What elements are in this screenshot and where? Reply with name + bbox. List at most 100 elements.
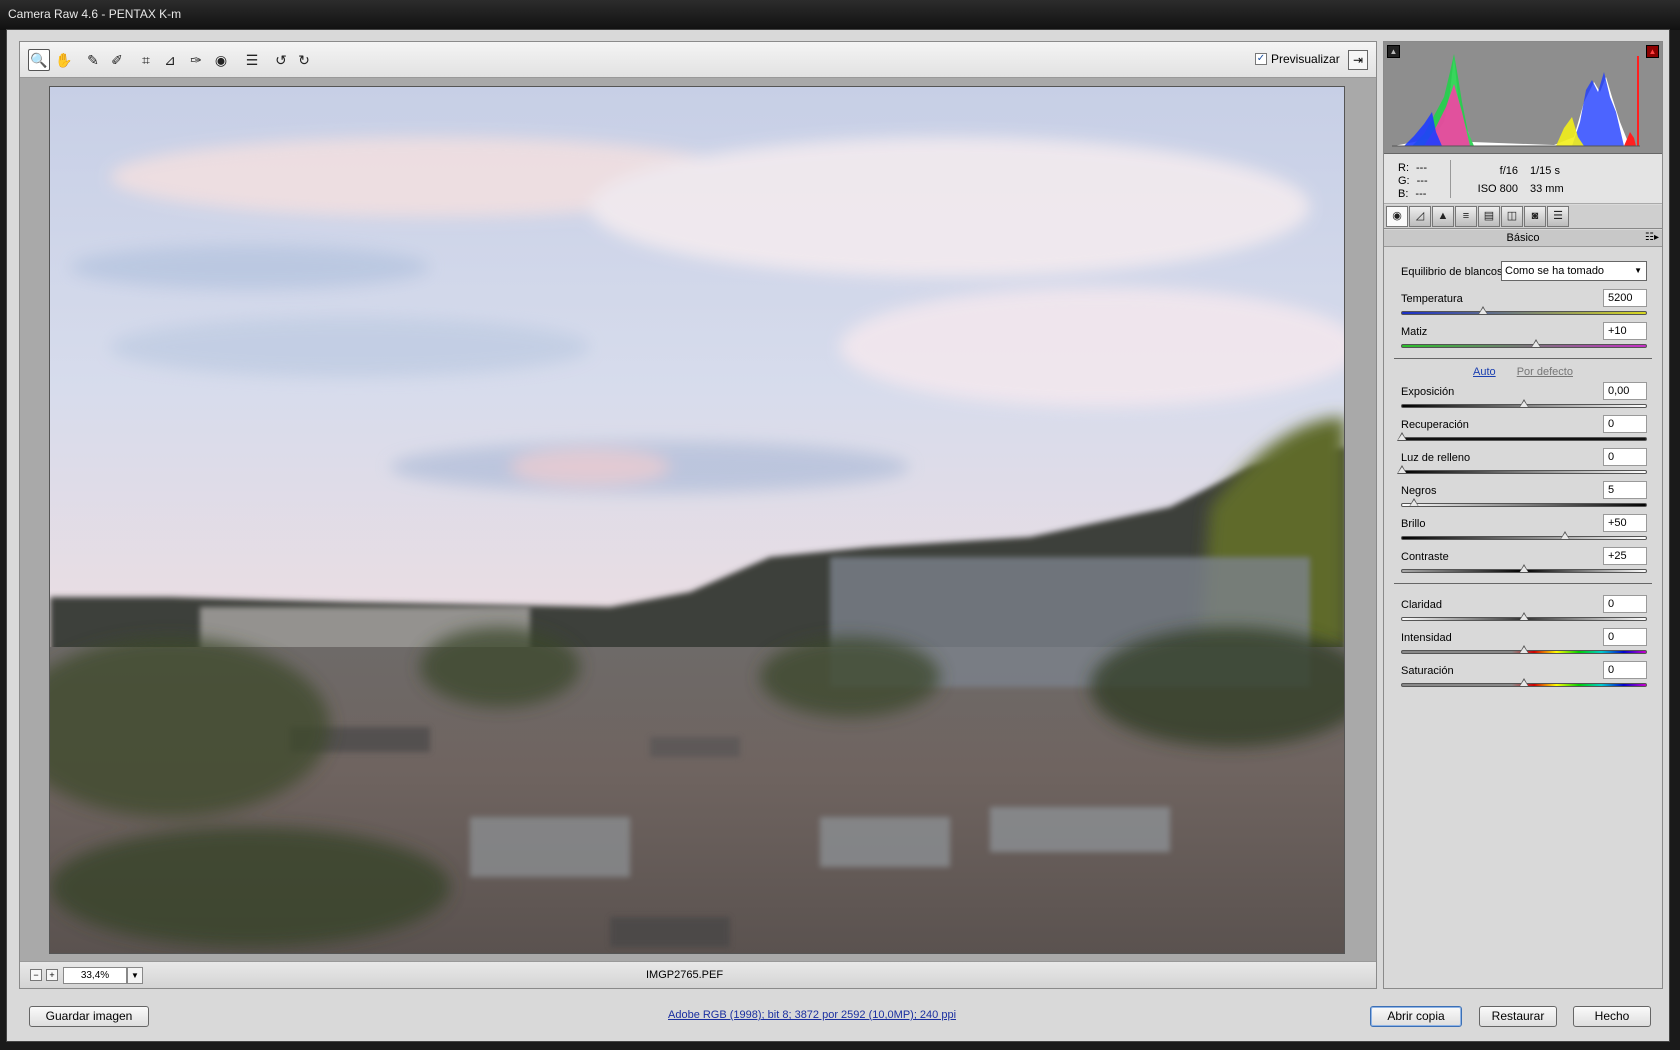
slider-label: Negros	[1401, 485, 1437, 497]
readout-divider	[1450, 160, 1451, 198]
slider-track[interactable]	[1397, 432, 1647, 441]
rotate-right-icon[interactable]: ↻	[293, 49, 315, 71]
slider-thumb[interactable]	[1519, 399, 1529, 408]
aperture: f/16	[1499, 165, 1518, 177]
zoom-level-field[interactable]: 33,4%	[63, 967, 127, 984]
title-bar: Camera Raw 4.6 - PENTAX K-m	[0, 0, 1680, 30]
b-value: ---	[1415, 188, 1427, 200]
retouch-tool-icon[interactable]: ✑	[185, 49, 207, 71]
slider-track[interactable]	[1397, 465, 1647, 474]
slider-value-field[interactable]: 0	[1603, 448, 1647, 466]
iso: ISO 800	[1477, 183, 1518, 195]
slider-track[interactable]	[1401, 306, 1647, 315]
panel-tabs: ◉ ◿ ▲ ≡ ▤ ◫ ◙ ☰	[1384, 205, 1662, 229]
slider-track[interactable]	[1401, 399, 1647, 408]
fullscreen-toggle-icon[interactable]: ⇥	[1348, 50, 1368, 70]
histogram: ▲ ▲	[1384, 42, 1662, 154]
tab-split-toning[interactable]: ▤	[1478, 206, 1500, 227]
image-preview[interactable]	[49, 86, 1345, 954]
slider-track[interactable]	[1401, 498, 1647, 507]
slider-luz-de-relleno: Luz de relleno 0	[1397, 448, 1647, 482]
slider-thumb[interactable]	[1519, 612, 1529, 621]
slider-thumb[interactable]	[1519, 564, 1529, 573]
window-title: Camera Raw 4.6 - PENTAX K-m	[8, 7, 182, 21]
g-value: ---	[1416, 175, 1428, 187]
zoom-tool-icon[interactable]: 🔍	[28, 49, 50, 71]
rotate-left-icon[interactable]: ↺	[270, 49, 292, 71]
straighten-tool-icon[interactable]: ⊿	[159, 49, 181, 71]
slider-value-field[interactable]: 0	[1603, 661, 1647, 679]
slider-value-field[interactable]: 0	[1603, 628, 1647, 646]
done-button[interactable]: Hecho	[1573, 1006, 1651, 1027]
red-eye-tool-icon[interactable]: ◉	[210, 49, 232, 71]
slider-value-field[interactable]: 0,00	[1603, 382, 1647, 400]
workflow-options-link[interactable]: Adobe RGB (1998); bit 8; 3872 por 2592 (…	[668, 1009, 956, 1021]
slider-label: Saturación	[1401, 665, 1454, 677]
slider-track[interactable]	[1401, 645, 1647, 654]
photo-render	[50, 87, 1344, 953]
zoom-out-button[interactable]: −	[30, 969, 42, 981]
tab-camera-calibration[interactable]: ◙	[1524, 206, 1546, 227]
slider-value-field[interactable]: 0	[1603, 595, 1647, 613]
panel-header: Básico ☷▸	[1384, 230, 1662, 247]
slider-thumb[interactable]	[1409, 498, 1420, 507]
tab-detail[interactable]: ▲	[1432, 206, 1454, 227]
section-divider	[1394, 583, 1652, 584]
slider-label: Recuperación	[1401, 419, 1469, 431]
open-copy-button[interactable]: Abrir copia	[1370, 1006, 1462, 1027]
camera-info: f/16 1/15 s ISO 800 33 mm	[1476, 162, 1564, 198]
white-balance-value: Como se ha tomado	[1505, 265, 1605, 277]
section-divider	[1394, 358, 1652, 359]
slider-temperatura: Temperatura 5200	[1401, 289, 1647, 323]
color-sampler-tool-icon[interactable]: ✐	[106, 49, 128, 71]
panel-menu-icon[interactable]: ☷▸	[1645, 230, 1659, 246]
slider-value-field[interactable]: +10	[1603, 322, 1647, 340]
slider-matiz: Matiz +10	[1401, 322, 1647, 356]
white-balance-select[interactable]: Como se ha tomado ▼	[1501, 261, 1647, 281]
zoom-in-button[interactable]: +	[46, 969, 58, 981]
slider-track[interactable]	[1401, 678, 1647, 687]
slider-value-field[interactable]: +25	[1603, 547, 1647, 565]
tab-basic[interactable]: ◉	[1386, 206, 1408, 227]
default-link[interactable]: Por defecto	[1517, 366, 1573, 378]
slider-track[interactable]	[1401, 612, 1647, 621]
slider-value-field[interactable]: +50	[1603, 514, 1647, 532]
slider-track[interactable]	[1401, 531, 1647, 540]
crop-tool-icon[interactable]: ⌗	[135, 49, 157, 71]
slider-label: Exposición	[1401, 386, 1455, 398]
slider-saturacion: Saturación 0	[1401, 661, 1647, 695]
preferences-tool-icon[interactable]: ☰	[241, 49, 263, 71]
tab-presets[interactable]: ☰	[1547, 206, 1569, 227]
slider-thumb[interactable]	[1477, 306, 1488, 315]
slider-thumb[interactable]	[1519, 678, 1529, 687]
tab-lens-corrections[interactable]: ◫	[1501, 206, 1523, 227]
file-name: IMGP2765.PEF	[646, 969, 724, 981]
tab-tone-curve[interactable]: ◿	[1409, 206, 1431, 227]
zoom-dropdown-icon[interactable]: ▼	[127, 967, 143, 984]
white-balance-label: Equilibrio de blancos:	[1401, 266, 1506, 278]
tab-hsl[interactable]: ≡	[1455, 206, 1477, 227]
white-balance-tool-icon[interactable]: ✎	[82, 49, 104, 71]
bottom-bar: Guardar imagen Adobe RGB (1998); bit 8; …	[7, 993, 1669, 1041]
slider-value-field[interactable]: 0	[1603, 415, 1647, 433]
status-bar: − + 33,4% ▼ IMGP2765.PEF	[20, 961, 1376, 988]
slider-thumb[interactable]	[1531, 339, 1542, 348]
save-image-button[interactable]: Guardar imagen	[29, 1006, 149, 1027]
auto-link[interactable]: Auto	[1473, 366, 1496, 378]
slider-label: Claridad	[1401, 599, 1442, 611]
slider-thumb[interactable]	[1560, 531, 1571, 540]
slider-thumb[interactable]	[1397, 465, 1407, 474]
g-label: G:	[1398, 175, 1410, 187]
slider-track[interactable]	[1401, 564, 1647, 573]
slider-contraste: Contraste +25	[1401, 547, 1647, 581]
slider-thumb[interactable]	[1397, 432, 1407, 441]
slider-value-field[interactable]: 5200	[1603, 289, 1647, 307]
slider-value-field[interactable]: 5	[1603, 481, 1647, 499]
hand-tool-icon[interactable]: ✋	[53, 49, 75, 71]
slider-track[interactable]	[1401, 339, 1647, 348]
preview-toggle[interactable]: ✓ Previsualizar	[1255, 52, 1340, 66]
slider-thumb[interactable]	[1519, 645, 1529, 654]
slider-label: Temperatura	[1401, 293, 1463, 305]
reset-button[interactable]: Restaurar	[1479, 1006, 1557, 1027]
preview-checkbox[interactable]: ✓	[1255, 53, 1267, 65]
